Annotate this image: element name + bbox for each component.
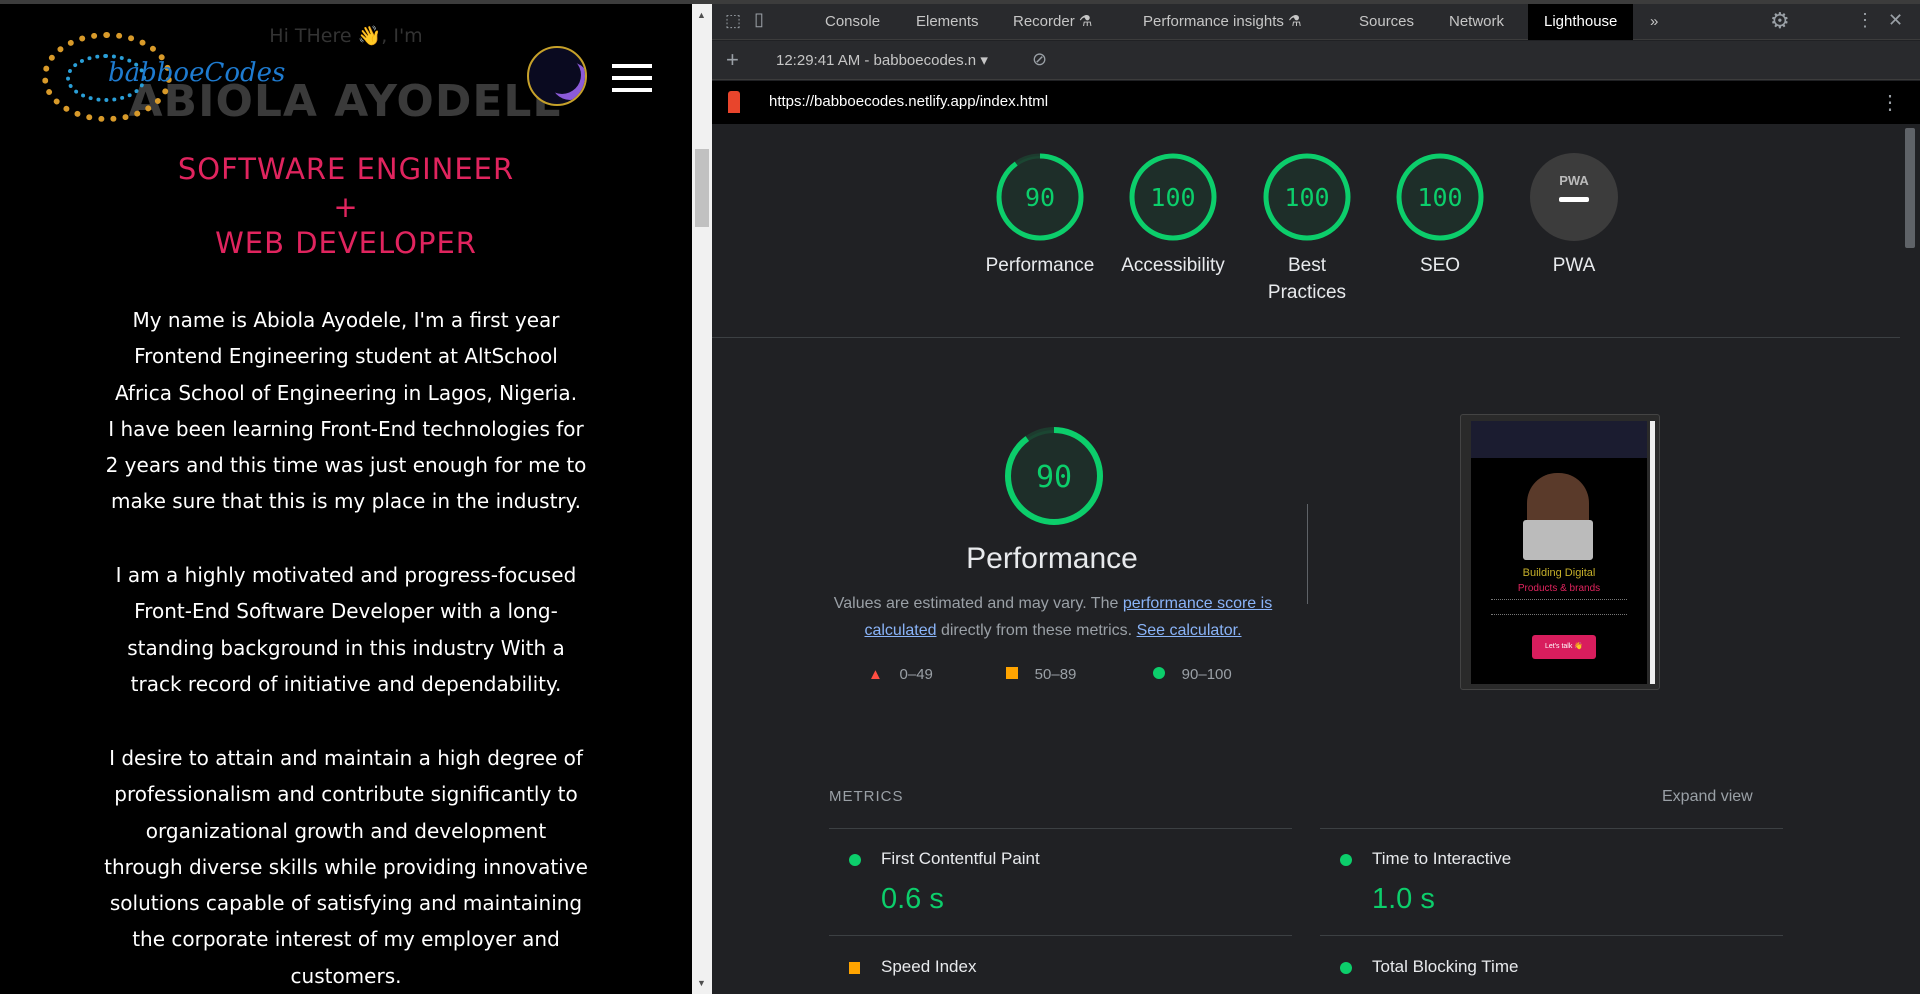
metrics-header: METRICS bbox=[829, 788, 904, 805]
role-plus: + bbox=[333, 190, 359, 224]
close-devtools-icon[interactable]: ✕ bbox=[1888, 10, 1903, 31]
report-url-bar: https://babboecodes.netlify.app/index.ht… bbox=[712, 81, 1920, 124]
report-scrollbar-thumb[interactable] bbox=[1905, 128, 1915, 248]
page-screenshot-thumbnail: Building Digital Products & brands Let's… bbox=[1460, 414, 1660, 690]
more-options-icon[interactable]: ⋮ bbox=[1856, 10, 1874, 31]
tab-performance-insights[interactable]: Performance insights ⚗ bbox=[1143, 4, 1302, 40]
score-ring: 100 bbox=[1263, 153, 1351, 241]
tab-console[interactable]: Console bbox=[825, 4, 880, 40]
see-calculator-link[interactable]: See calculator. bbox=[1137, 622, 1242, 639]
about-paragraph-1: My name is Abiola Ayodele, I'm a first y… bbox=[105, 308, 587, 514]
pass-circle-icon bbox=[849, 854, 861, 866]
tab-recorder[interactable]: Recorder ⚗ bbox=[1013, 4, 1092, 40]
expand-view-button[interactable]: Expand view bbox=[1662, 788, 1753, 806]
page-scrollbar[interactable]: ▲ ▼ bbox=[692, 4, 712, 994]
about-paragraph-2: I am a highly motivated and progress-foc… bbox=[115, 563, 577, 696]
website-viewport: Hi THere 👋, I'm ABIOLA AYODELE babboeCod… bbox=[0, 4, 692, 994]
legend-average: 50–89 bbox=[1006, 666, 1076, 683]
legend-fail: ▲ 0–49 bbox=[868, 666, 933, 683]
hamburger-menu-icon[interactable] bbox=[612, 64, 652, 94]
lighthouse-logo-icon bbox=[728, 91, 740, 113]
tab-network[interactable]: Network bbox=[1449, 4, 1504, 40]
flask-icon: ⚗ bbox=[1078, 13, 1093, 30]
gauge-label: SEO bbox=[1419, 255, 1461, 276]
gauge-pwa[interactable]: PWA PWA bbox=[1514, 152, 1634, 279]
report-url[interactable]: https://babboecodes.netlify.app/index.ht… bbox=[769, 93, 1048, 110]
dropdown-arrow-icon: ▾ bbox=[980, 52, 988, 69]
pass-circle-icon bbox=[1340, 854, 1352, 866]
circle-icon bbox=[1153, 667, 1165, 679]
report-selector[interactable]: 12:29:41 AM - babboecodes.n ▾ bbox=[776, 51, 988, 69]
flask-icon: ⚗ bbox=[1288, 13, 1302, 30]
new-report-plus-icon[interactable]: + bbox=[726, 47, 739, 73]
gauge-accessibility[interactable]: 100 Accessibility bbox=[1113, 152, 1233, 279]
score-ring: 100 bbox=[1396, 153, 1484, 241]
score-ring: 90 bbox=[996, 153, 1084, 241]
score-value: 100 bbox=[1150, 183, 1195, 212]
inspect-element-icon[interactable]: ⬚ bbox=[725, 11, 741, 31]
lighthouse-report: 90 Performance 100 Accessibility 100 Best Pra… bbox=[712, 124, 1900, 994]
laptop-icon bbox=[1523, 520, 1593, 560]
gauge-seo[interactable]: 100 SEO bbox=[1380, 152, 1500, 279]
role-software-engineer: SOFTWARE ENGINEER bbox=[177, 152, 515, 186]
thumbnail-cta: Let's talk 👋 bbox=[1532, 635, 1596, 659]
score-ring: 100 bbox=[1129, 153, 1217, 241]
clear-reports-icon[interactable]: ⊘ bbox=[1032, 49, 1047, 70]
pass-circle-icon bbox=[1340, 962, 1352, 974]
role-web-developer: WEB DEVELOPER bbox=[215, 226, 477, 260]
lighthouse-toolbar: + 12:29:41 AM - babboecodes.n ▾ ⊘ bbox=[712, 41, 1920, 80]
tab-lighthouse[interactable]: Lighthouse bbox=[1528, 4, 1634, 40]
score-value: 90 bbox=[1025, 183, 1055, 212]
triangle-icon: ▲ bbox=[868, 666, 883, 683]
gauge-label: PWA bbox=[1552, 255, 1596, 276]
gauge-performance[interactable]: 90 Performance bbox=[980, 152, 1100, 279]
square-icon bbox=[1006, 667, 1018, 679]
scroll-down-arrow-icon[interactable]: ▼ bbox=[697, 978, 706, 988]
thumbnail-heading: Building Digital bbox=[1522, 567, 1596, 579]
report-menu-icon[interactable]: ⋮ bbox=[1880, 90, 1900, 115]
svg-text:PWA: PWA bbox=[1559, 173, 1589, 188]
performance-gauge-large: 90 bbox=[1002, 424, 1106, 533]
tab-elements[interactable]: Elements bbox=[916, 4, 979, 40]
legend-pass: 90–100 bbox=[1153, 666, 1232, 683]
score-value: 100 bbox=[1417, 183, 1462, 212]
device-toolbar-icon[interactable]: ▯ bbox=[754, 9, 764, 30]
more-tabs-button[interactable]: » bbox=[1650, 4, 1658, 40]
settings-gear-icon[interactable]: ⚙ bbox=[1770, 8, 1790, 34]
gauge-label: Accessibility bbox=[1121, 255, 1225, 276]
scroll-up-arrow-icon[interactable]: ▲ bbox=[697, 10, 706, 20]
devtools-tab-bar: ⬚ ▯ Console Elements Recorder ⚗ Performa… bbox=[712, 4, 1920, 40]
report-scrollbar[interactable] bbox=[1900, 124, 1920, 994]
divider bbox=[712, 337, 1900, 338]
thumbnail-subheading: Products & brands bbox=[1517, 583, 1601, 594]
average-square-icon bbox=[849, 962, 860, 974]
theme-toggle-moon-icon[interactable] bbox=[527, 46, 587, 106]
svg-text:90: 90 bbox=[1036, 460, 1072, 495]
about-paragraph-3: I desire to attain and maintain a high d… bbox=[104, 746, 588, 988]
logo-text[interactable]: babboeCodes bbox=[108, 58, 285, 88]
gauge-label: Best Practices bbox=[1267, 255, 1347, 303]
gauge-label: Performance bbox=[985, 255, 1095, 276]
page-scrollbar-thumb[interactable] bbox=[695, 149, 709, 227]
performance-description: Values are estimated and may vary. The p… bbox=[833, 595, 1273, 639]
devtools-panel: ⬚ ▯ Console Elements Recorder ⚗ Performa… bbox=[712, 4, 1920, 994]
tab-sources[interactable]: Sources bbox=[1359, 4, 1414, 40]
gauge-best-practices[interactable]: 100 Best Practices bbox=[1247, 152, 1367, 306]
performance-title: Performance bbox=[966, 542, 1138, 575]
score-value: 100 bbox=[1284, 183, 1329, 212]
pwa-badge-icon: PWA bbox=[1530, 153, 1618, 241]
vertical-divider bbox=[1307, 504, 1308, 604]
